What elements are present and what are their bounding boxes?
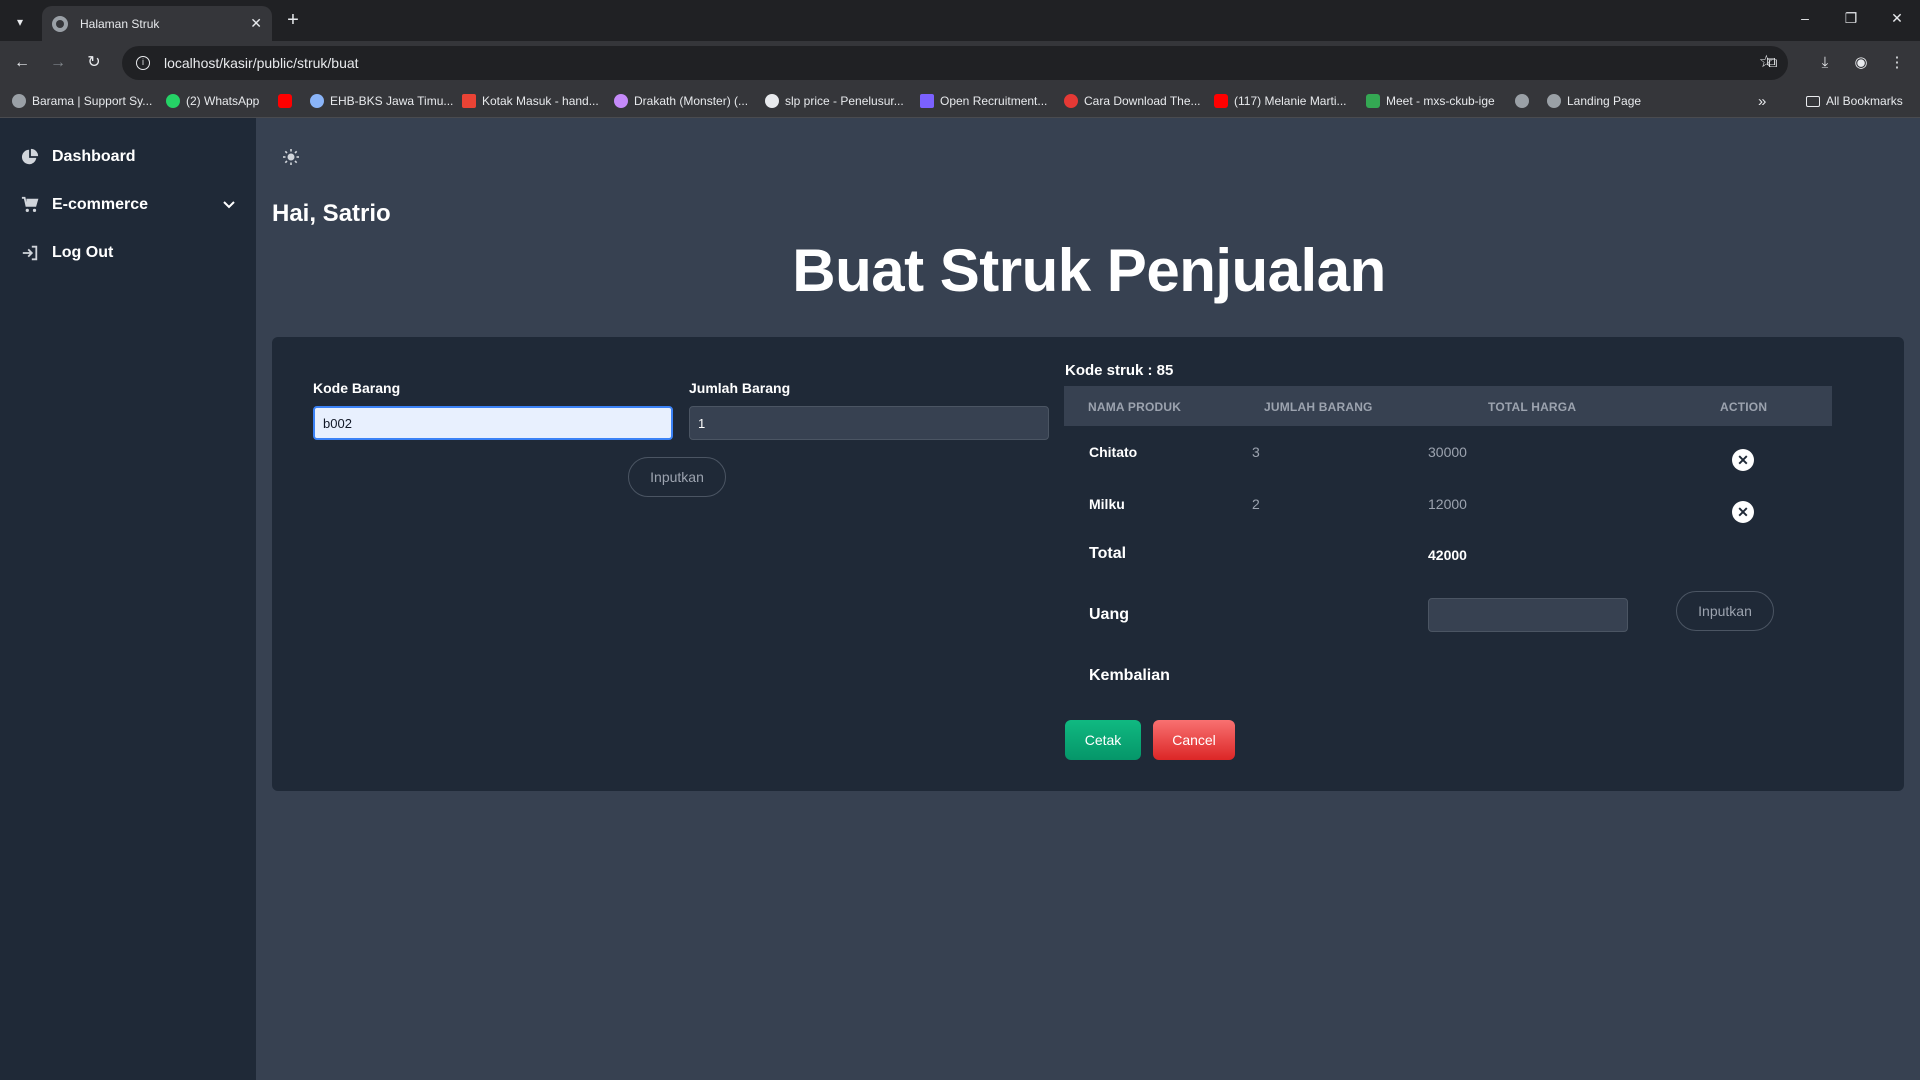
greeting: Hai, Satrio <box>272 200 391 227</box>
bookmark-item[interactable]: Barama | Support Sy... <box>12 92 152 110</box>
sidebar-item-label: Log Out <box>52 244 114 261</box>
extensions-icon[interactable]: ⧉ <box>1762 53 1782 73</box>
sidebar-item-label: Dashboard <box>52 148 136 165</box>
column-header: NAMA PRODUK <box>1088 400 1182 414</box>
sidebar-item-ecommerce[interactable]: E-commerce <box>20 192 148 218</box>
tab-title: Halaman Struk <box>80 16 160 31</box>
back-icon[interactable]: ← <box>12 53 32 73</box>
delete-row-icon[interactable]: ✕ <box>1732 501 1754 523</box>
restore-icon[interactable]: ❐ <box>1838 10 1864 30</box>
bookmark-item[interactable] <box>1515 92 1535 110</box>
new-tab-icon[interactable]: + <box>282 10 304 32</box>
globe-icon <box>1515 94 1529 108</box>
browser-tab[interactable]: Halaman Struk ✕ <box>42 6 272 41</box>
globe-icon <box>1547 94 1561 108</box>
bookmark-item[interactable]: Meet - mxs-ckub-ige <box>1366 92 1495 110</box>
uang-input[interactable] <box>1428 598 1628 632</box>
youtube-icon <box>1214 94 1228 108</box>
bookmark-item[interactable] <box>278 92 298 110</box>
logout-icon <box>20 243 40 263</box>
column-header: JUMLAH BARANG <box>1264 400 1373 414</box>
kode-barang-label: Kode Barang <box>313 380 401 396</box>
inputkan-button[interactable]: Inputkan <box>628 457 726 497</box>
delete-row-icon[interactable]: ✕ <box>1732 449 1754 471</box>
bookmark-item[interactable]: Open Recruitment... <box>920 92 1047 110</box>
table-cell-jumlah: 2 <box>1252 496 1260 512</box>
close-window-icon[interactable]: ✕ <box>1884 10 1910 30</box>
kode-barang-input[interactable]: b002 <box>313 406 673 440</box>
jumlah-barang-input[interactable]: 1 <box>689 406 1049 440</box>
minimize-icon[interactable]: – <box>1792 10 1818 30</box>
more-bookmarks-icon[interactable]: » <box>1758 92 1766 110</box>
menu-kebab-icon[interactable]: ⋮ <box>1887 53 1907 73</box>
reload-icon[interactable]: ↻ <box>84 53 104 73</box>
globe-icon <box>52 15 68 32</box>
browser-tabstrip: ▾ Halaman Struk ✕ + – ❐ ✕ <box>0 0 1920 41</box>
cart-icon <box>20 195 40 215</box>
sidebar-item-dashboard[interactable]: Dashboard <box>20 144 136 170</box>
total-label: Total <box>1089 545 1127 562</box>
table-cell-nama: Chitato <box>1089 444 1138 460</box>
bookmark-favicon-icon <box>920 94 934 108</box>
table-cell-nama: Milku <box>1089 496 1125 512</box>
table-cell-total: 30000 <box>1428 444 1467 460</box>
close-tab-icon[interactable]: ✕ <box>250 15 262 32</box>
bookmark-favicon-icon <box>614 94 628 108</box>
kembalian-label: Kembalian <box>1089 667 1170 684</box>
chevron-down-icon[interactable] <box>222 198 236 212</box>
meet-icon <box>1366 94 1380 108</box>
pie-chart-icon <box>20 147 40 167</box>
uang-inputkan-button[interactable]: Inputkan <box>1676 591 1774 631</box>
bookmark-favicon-icon <box>310 94 324 108</box>
sidebar: Dashboard E-commerce Log Out <box>0 118 256 1080</box>
bookmark-item[interactable]: Cara Download The... <box>1064 92 1201 110</box>
site-info-icon[interactable]: i <box>136 56 150 70</box>
whatsapp-icon <box>166 94 180 108</box>
bookmark-item[interactable]: EHB-BKS Jawa Timu... <box>310 92 453 110</box>
bookmarks-bar: Barama | Support Sy... (2) WhatsApp EHB-… <box>0 84 1920 118</box>
column-header: ACTION <box>1720 400 1768 414</box>
gmail-icon <box>462 94 476 108</box>
page-title: Buat Struk Penjualan <box>792 237 1386 304</box>
table-header: NAMA PRODUK JUMLAH BARANG TOTAL HARGA AC… <box>1064 386 1832 426</box>
bookmark-favicon-icon <box>12 94 26 108</box>
bookmark-favicon-icon <box>1064 94 1078 108</box>
profile-avatar-icon[interactable]: ◉ <box>1851 53 1871 73</box>
folder-icon <box>1806 95 1820 107</box>
total-value: 42000 <box>1428 547 1467 563</box>
google-icon <box>765 94 779 108</box>
bookmark-item[interactable]: (2) WhatsApp <box>166 92 259 110</box>
table-cell-jumlah: 3 <box>1252 444 1260 460</box>
browser-toolbar: ← → ↻ i localhost/kasir/public/struk/bua… <box>0 41 1920 84</box>
sidebar-item-label: E-commerce <box>52 196 149 213</box>
bookmark-item[interactable]: Landing Page <box>1547 92 1641 110</box>
cancel-button[interactable]: Cancel <box>1153 720 1235 760</box>
youtube-icon <box>278 94 292 108</box>
cetak-button[interactable]: Cetak <box>1065 720 1141 760</box>
download-icon[interactable]: ⤓ <box>1815 53 1835 73</box>
forward-icon[interactable]: → <box>48 53 68 73</box>
all-bookmarks[interactable]: All Bookmarks <box>1806 92 1903 110</box>
sidebar-item-logout[interactable]: Log Out <box>20 240 113 266</box>
address-bar[interactable]: i localhost/kasir/public/struk/buat ☆ <box>122 46 1788 80</box>
bookmark-item[interactable]: Kotak Masuk - hand... <box>462 92 599 110</box>
bookmark-item[interactable]: Drakath (Monster) (... <box>614 92 748 110</box>
table-cell-total: 12000 <box>1428 496 1467 512</box>
sun-icon[interactable] <box>282 148 300 166</box>
url-text: localhost/kasir/public/struk/buat <box>164 55 359 71</box>
bookmark-item[interactable]: (117) Melanie Marti... <box>1214 92 1346 110</box>
tab-search-icon[interactable]: ▾ <box>8 10 32 34</box>
uang-label: Uang <box>1089 606 1129 623</box>
kode-struk: Kode struk : 85 <box>1065 362 1174 379</box>
column-header: TOTAL HARGA <box>1488 400 1577 414</box>
jumlah-barang-label: Jumlah Barang <box>689 380 791 396</box>
bookmark-item[interactable]: slp price - Penelusur... <box>765 92 904 110</box>
